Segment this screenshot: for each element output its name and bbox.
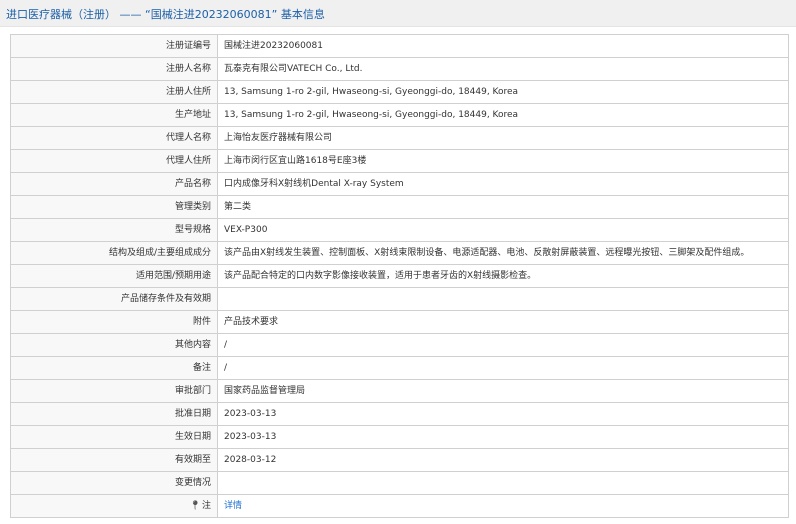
- table-row: 审批部门 国家药品监督管理局: [10, 379, 789, 403]
- details-link[interactable]: 详情: [217, 494, 789, 518]
- table-row: 变更情况: [10, 471, 789, 495]
- field-label: 附件: [10, 310, 218, 334]
- field-label: 注册证编号: [10, 34, 218, 58]
- field-value: 国械注进20232060081: [217, 34, 789, 58]
- table-row: 生效日期 2023-03-13: [10, 425, 789, 449]
- field-label: 备注: [10, 356, 218, 380]
- field-value: 上海怡友医疗器械有限公司: [217, 126, 789, 150]
- table-row: 其他内容 /: [10, 333, 789, 357]
- field-label: 代理人住所: [10, 149, 218, 173]
- table-row: 代理人名称 上海怡友医疗器械有限公司: [10, 126, 789, 150]
- field-value: [217, 287, 789, 311]
- table-row: 附件 产品技术要求: [10, 310, 789, 334]
- table-row: 产品储存条件及有效期: [10, 287, 789, 311]
- table-row: 批准日期 2023-03-13: [10, 402, 789, 426]
- field-value: 国家药品监督管理局: [217, 379, 789, 403]
- field-label: 变更情况: [10, 471, 218, 495]
- field-label: 管理类别: [10, 195, 218, 219]
- table-row: 型号规格 VEX-P300: [10, 218, 789, 242]
- field-label: 结构及组成/主要组成成分: [10, 241, 218, 265]
- field-value: /: [217, 356, 789, 380]
- detail-table: 注册证编号 国械注进20232060081 注册人名称 瓦泰克有限公司VATECH …: [10, 34, 789, 518]
- field-value: 口内成像牙科X射线机Dental X-ray System: [217, 172, 789, 196]
- field-value: /: [217, 333, 789, 357]
- field-label: 生产地址: [10, 103, 218, 127]
- table-row: 代理人住所 上海市闵行区宜山路1618号E座3楼: [10, 149, 789, 173]
- field-value: 13, Samsung 1-ro 2-gil, Hwaseong-si, Gye…: [217, 103, 789, 127]
- field-label: 产品名称: [10, 172, 218, 196]
- field-value: 产品技术要求: [217, 310, 789, 334]
- field-value: VEX-P300: [217, 218, 789, 242]
- table-row: 结构及组成/主要组成成分 该产品由X射线发生装置、控制面板、X射线束限制设备、电源…: [10, 241, 789, 265]
- field-label: 注册人名称: [10, 57, 218, 81]
- field-value: 瓦泰克有限公司VATECH Co., Ltd.: [217, 57, 789, 81]
- field-value: 2023-03-13: [217, 402, 789, 426]
- field-label: 生效日期: [10, 425, 218, 449]
- field-value: 2028-03-12: [217, 448, 789, 472]
- pin-icon: 📍︎: [189, 501, 201, 511]
- field-value: [217, 471, 789, 495]
- table-row: 产品名称 口内成像牙科X射线机Dental X-ray System: [10, 172, 789, 196]
- field-value: 该产品由X射线发生装置、控制面板、X射线束限制设备、电源适配器、电池、反散射屏蔽…: [217, 241, 789, 265]
- page-title: 进口医疗器械（注册） —— “国械注进20232060081” 基本信息: [6, 8, 325, 21]
- table-row: 注册人住所 13, Samsung 1-ro 2-gil, Hwaseong-si…: [10, 80, 789, 104]
- field-label: 批准日期: [10, 402, 218, 426]
- field-label: 其他内容: [10, 333, 218, 357]
- table-row: 备注 /: [10, 356, 789, 380]
- field-value: 第二类: [217, 195, 789, 219]
- field-label: 审批部门: [10, 379, 218, 403]
- table-row: 注册证编号 国械注进20232060081: [10, 34, 789, 58]
- table-row: 📍︎注 详情: [10, 494, 789, 518]
- note-label: 注: [201, 501, 211, 511]
- field-value: 上海市闵行区宜山路1618号E座3楼: [217, 149, 789, 173]
- page-header: 进口医疗器械（注册） —— “国械注进20232060081” 基本信息: [0, 0, 796, 27]
- field-value: 13, Samsung 1-ro 2-gil, Hwaseong-si, Gye…: [217, 80, 789, 104]
- field-label: 适用范围/预期用途: [10, 264, 218, 288]
- table-row: 适用范围/预期用途 该产品配合特定的口内数字影像接收装置，适用于患者牙齿的X射线摄…: [10, 264, 789, 288]
- field-label: 型号规格: [10, 218, 218, 242]
- field-label: 代理人名称: [10, 126, 218, 150]
- field-value: 2023-03-13: [217, 425, 789, 449]
- field-label: 注册人住所: [10, 80, 218, 104]
- table-row: 管理类别 第二类: [10, 195, 789, 219]
- field-value: 该产品配合特定的口内数字影像接收装置，适用于患者牙齿的X射线摄影检查。: [217, 264, 789, 288]
- table-row: 注册人名称 瓦泰克有限公司VATECH Co., Ltd.: [10, 57, 789, 81]
- field-label: 产品储存条件及有效期: [10, 287, 218, 311]
- field-label: 📍︎注: [10, 494, 218, 518]
- table-row: 生产地址 13, Samsung 1-ro 2-gil, Hwaseong-si,…: [10, 103, 789, 127]
- field-label: 有效期至: [10, 448, 218, 472]
- table-row: 有效期至 2028-03-12: [10, 448, 789, 472]
